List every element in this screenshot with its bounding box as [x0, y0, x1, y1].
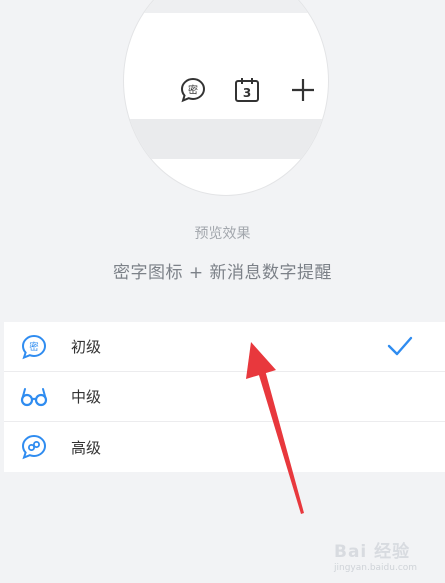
- level-options-list: 密 初级 中级 高级: [4, 322, 445, 472]
- checkmark-icon: [386, 334, 414, 362]
- calendar-icon: 3: [233, 76, 261, 108]
- plus-icon: [289, 76, 317, 108]
- option-label: 中级: [71, 388, 102, 406]
- option-label: 高级: [71, 438, 102, 457]
- preview-caption: 预览效果: [194, 226, 251, 242]
- watermark: Bai 经验 jingyan.baidu.com: [330, 535, 440, 579]
- secret-chat-icon: 密: [179, 76, 207, 108]
- option-intermediate[interactable]: 中级: [4, 372, 445, 422]
- preview-circle: 密 3: [123, 0, 329, 196]
- secret-glyph: 密: [188, 84, 198, 97]
- preview-description: 密字图标 + 新消息数字提醒: [112, 263, 333, 283]
- glasses-icon: [20, 383, 48, 411]
- option-advanced[interactable]: 高级: [4, 422, 445, 472]
- calendar-day: 3: [243, 86, 251, 100]
- option-label: 初级: [71, 338, 102, 356]
- link-bubble-icon: [20, 433, 48, 461]
- option-icon-glyph: 密: [29, 341, 39, 353]
- secret-bubble-icon: 密: [20, 333, 48, 361]
- watermark-sub: jingyan.baidu.com: [334, 563, 418, 573]
- preview-list-bar: [124, 119, 328, 159]
- option-basic[interactable]: 密 初级: [4, 322, 445, 372]
- watermark-text: Bai 经验: [334, 542, 411, 562]
- preview-header-band: [124, 0, 328, 13]
